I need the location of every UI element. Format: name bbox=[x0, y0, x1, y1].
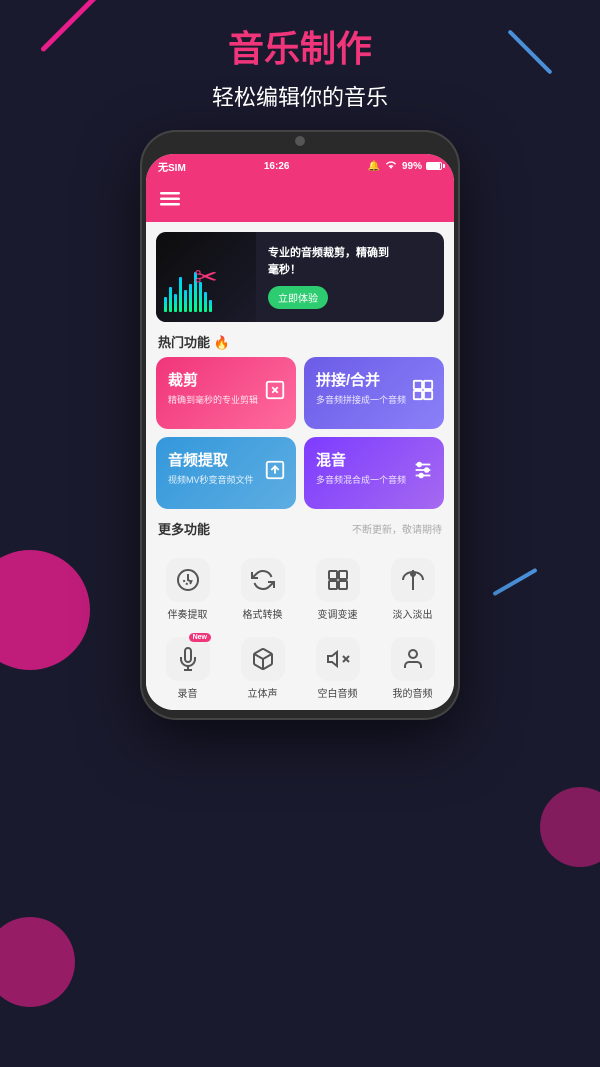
more-item-fade[interactable]: 淡入淡出 bbox=[375, 550, 450, 629]
waveform-bar bbox=[174, 294, 177, 312]
bg-decoration-circle-bottom-left bbox=[0, 917, 75, 1007]
page-header: 音乐制作 轻松编辑你的音乐 bbox=[0, 20, 600, 112]
fade-label: 淡入淡出 bbox=[393, 606, 433, 621]
scroll-content: ✂ 专业的音频裁剪，精确到 毫秒！ 立即体验 热门功能 🔥 裁剪 精确到毫秒的专… bbox=[146, 222, 454, 710]
convert-label: 格式转换 bbox=[243, 606, 283, 621]
more-item-pitch[interactable]: 变调变速 bbox=[300, 550, 375, 629]
accompaniment-label: 伴奏提取 bbox=[168, 606, 208, 621]
hot-card-extract-icon bbox=[264, 459, 286, 487]
more-section-subtitle: 不断更新，敬请期待 bbox=[352, 521, 442, 536]
hot-section-title: 热门功能 🔥 bbox=[146, 322, 454, 357]
carrier-label: 无SIM bbox=[158, 159, 186, 174]
more-item-my-audio[interactable]: 我的音频 bbox=[375, 629, 450, 708]
status-bar: 无SIM 16:26 🔔 99% bbox=[146, 154, 454, 178]
silent-icon bbox=[316, 637, 360, 681]
my-audio-label: 我的音频 bbox=[393, 685, 433, 700]
bg-decoration-circle-left bbox=[0, 550, 90, 670]
hot-card-mix[interactable]: 混音 多音频混合成一个音频 bbox=[304, 437, 444, 509]
hot-features-grid: 裁剪 精确到毫秒的专业剪辑 拼接/合并 多音频拼接成一个音频 bbox=[146, 357, 454, 509]
convert-icon bbox=[241, 558, 285, 602]
more-section-title: 更多功能 不断更新，敬请期待 bbox=[146, 509, 454, 544]
more-item-stereo[interactable]: 立体声 bbox=[225, 629, 300, 708]
phone-camera bbox=[295, 136, 305, 146]
more-item-convert[interactable]: 格式转换 bbox=[225, 550, 300, 629]
battery-label: 99% bbox=[402, 161, 422, 172]
wifi-icon bbox=[384, 160, 398, 173]
my-audio-icon bbox=[391, 637, 435, 681]
waveform-bar bbox=[189, 284, 192, 312]
bg-decoration-circle-right bbox=[540, 787, 600, 867]
hot-card-cut[interactable]: 裁剪 精确到毫秒的专业剪辑 bbox=[156, 357, 296, 429]
stereo-icon bbox=[241, 637, 285, 681]
phone-frame: 无SIM 16:26 🔔 99% bbox=[140, 130, 460, 720]
more-item-accompaniment[interactable]: 伴奏提取 bbox=[150, 550, 225, 629]
hot-card-mix-icon bbox=[412, 459, 434, 487]
more-item-silent[interactable]: 空白音频 bbox=[300, 629, 375, 708]
menu-icon[interactable] bbox=[160, 190, 180, 211]
more-item-record[interactable]: New 录音 bbox=[150, 629, 225, 708]
hot-card-merge[interactable]: 拼接/合并 多音频拼接成一个音频 bbox=[304, 357, 444, 429]
status-right: 🔔 99% bbox=[368, 160, 442, 173]
app-header bbox=[146, 178, 454, 222]
stereo-label: 立体声 bbox=[248, 685, 278, 700]
banner-title: 专业的音频裁剪，精确到 毫秒！ bbox=[268, 245, 432, 278]
waveform-bar bbox=[169, 287, 172, 312]
page-subtitle: 轻松编辑你的音乐 bbox=[0, 80, 600, 112]
pitch-icon bbox=[316, 558, 360, 602]
hot-card-merge-icon bbox=[412, 379, 434, 407]
record-icon bbox=[166, 637, 210, 681]
accompaniment-icon bbox=[166, 558, 210, 602]
waveform-bar bbox=[164, 297, 167, 312]
banner-experience-button[interactable]: 立即体验 bbox=[268, 286, 328, 309]
banner[interactable]: ✂ 专业的音频裁剪，精确到 毫秒！ 立即体验 bbox=[156, 232, 444, 322]
scissors-icon: ✂ bbox=[194, 261, 217, 294]
mute-icon: 🔔 bbox=[368, 161, 380, 172]
fade-icon bbox=[391, 558, 435, 602]
battery-icon bbox=[426, 162, 442, 170]
page-title: 音乐制作 bbox=[0, 20, 600, 72]
waveform-bar bbox=[179, 277, 182, 312]
time-label: 16:26 bbox=[264, 161, 290, 172]
banner-text: 专业的音频裁剪，精确到 毫秒！ 立即体验 bbox=[256, 245, 444, 309]
banner-visual: ✂ bbox=[156, 232, 256, 322]
silent-label: 空白音频 bbox=[318, 685, 358, 700]
waveform-bar bbox=[209, 300, 212, 312]
hot-card-cut-icon bbox=[264, 379, 286, 407]
more-features-grid: 伴奏提取 格式转换 bbox=[146, 544, 454, 710]
record-label: 录音 bbox=[178, 685, 198, 700]
waveform-bar bbox=[184, 290, 187, 312]
waveform-bar bbox=[204, 292, 207, 312]
new-badge: New bbox=[189, 633, 211, 642]
pitch-label: 变调变速 bbox=[318, 606, 358, 621]
phone-screen: 无SIM 16:26 🔔 99% bbox=[146, 154, 454, 710]
hot-card-extract[interactable]: 音频提取 视频MV秒变音频文件 bbox=[156, 437, 296, 509]
bg-decoration-line-mid-right bbox=[492, 568, 537, 596]
